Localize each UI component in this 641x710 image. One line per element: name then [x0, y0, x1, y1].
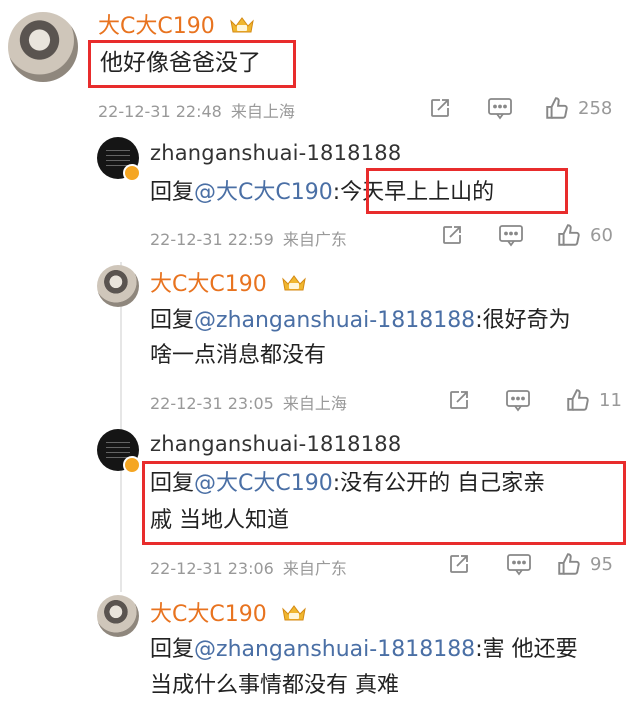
reply-prefix: 回复: [150, 308, 195, 333]
reply-text: 回复@大C大C190:今天早上上山的: [150, 175, 494, 210]
reply-text: 回复@zhanganshuai-1818188:害 他还要: [150, 632, 578, 667]
comment-button[interactable]: [487, 96, 513, 120]
avatar[interactable]: [8, 12, 78, 82]
thumbs-up-icon: [558, 224, 580, 246]
avatar[interactable]: [97, 595, 139, 637]
reply-time: 22-12-31 23:05: [150, 394, 274, 413]
reply-meta: 22-12-31 23:06 来自广东: [150, 555, 347, 579]
share-icon: [450, 555, 468, 573]
like-button[interactable]: 95: [556, 551, 613, 577]
crown-badge-icon: [281, 275, 306, 291]
reply-username[interactable]: zhanganshuai-1818188: [150, 432, 401, 456]
reply-meta: 22-12-31 22:59 来自广东: [150, 226, 347, 250]
comment-icon: [488, 98, 512, 120]
like-button[interactable]: 11: [565, 387, 622, 413]
reply-username[interactable]: zhanganshuai-1818188: [150, 141, 401, 165]
comment-icon: [507, 554, 531, 576]
share-icon: [431, 99, 449, 117]
thumbs-up-icon: [558, 553, 580, 575]
username-text[interactable]: 大C大C190: [150, 602, 267, 627]
like-count: 60: [590, 224, 613, 246]
like-count: 95: [590, 553, 613, 575]
reply-username[interactable]: 大C大C190: [150, 596, 308, 628]
reply-text: 回复@大C大C190:没有公开的 自己家亲: [150, 466, 545, 501]
comment-time: 22-12-31 22:48: [98, 102, 222, 121]
verified-badge-icon: [123, 164, 141, 182]
reply-text: 回复@zhanganshuai-1818188:很好奇为: [150, 303, 571, 338]
username-text[interactable]: 大C大C190: [98, 14, 215, 39]
thread-line: [120, 262, 122, 592]
share-icon: [450, 391, 468, 409]
reply-username[interactable]: 大C大C190: [150, 266, 308, 298]
verified-badge-icon: [123, 456, 141, 474]
like-count: 258: [578, 97, 613, 119]
reply-time: 22-12-31 23:06: [150, 559, 274, 578]
like-button[interactable]: 60: [556, 222, 613, 248]
reply-body: :很好奇为: [475, 308, 571, 333]
crown-badge-icon: [229, 17, 254, 33]
avatar[interactable]: [97, 265, 139, 307]
comment-location: 来自上海: [230, 102, 295, 121]
thumbs-up-icon: [546, 97, 568, 119]
crown-badge-icon: [281, 605, 306, 621]
comment-meta: 22-12-31 22:48 来自上海: [98, 98, 295, 122]
comment-button[interactable]: [498, 223, 524, 247]
share-button[interactable]: [440, 223, 464, 247]
like-button[interactable]: 258: [544, 95, 612, 121]
reply-location: 来自广东: [282, 559, 347, 578]
comment-icon: [499, 225, 523, 247]
share-icon: [443, 226, 461, 244]
thumbs-up-icon: [567, 389, 589, 411]
comment-icon: [506, 390, 530, 412]
mention-link[interactable]: @大C大C190: [194, 471, 333, 496]
reply-prefix: 回复: [150, 637, 195, 662]
reply-location: 来自上海: [282, 394, 347, 413]
comment-button[interactable]: [505, 388, 531, 412]
reply-text-line2: 戚 当地人知道: [150, 508, 289, 533]
username-text[interactable]: 大C大C190: [150, 272, 267, 297]
share-button[interactable]: [428, 96, 452, 120]
reply-text-line2: 啥一点消息都没有: [150, 343, 327, 368]
like-count: 11: [599, 389, 622, 411]
reply-body: :今天早上上山的: [332, 180, 495, 205]
reply-prefix: 回复: [150, 180, 195, 205]
reply-meta: 22-12-31 23:05 来自上海: [150, 390, 347, 414]
reply-body: :害 他还要: [475, 637, 578, 662]
comment-button[interactable]: [506, 552, 532, 576]
reply-body: :没有公开的 自己家亲: [332, 471, 546, 496]
mention-link[interactable]: @大C大C190: [194, 180, 333, 205]
reply-prefix: 回复: [150, 471, 195, 496]
reply-time: 22-12-31 22:59: [150, 230, 274, 249]
mention-link[interactable]: @zhanganshuai-1818188: [194, 308, 475, 333]
share-button[interactable]: [447, 388, 471, 412]
share-button[interactable]: [447, 552, 471, 576]
comment-text: 他好像爸爸没了: [100, 50, 261, 76]
mention-link[interactable]: @zhanganshuai-1818188: [194, 637, 475, 662]
comment-username[interactable]: 大C大C190: [98, 8, 256, 40]
reply-location: 来自广东: [282, 230, 347, 249]
reply-text-line2: 当成什么事情都没有 真难: [150, 673, 399, 698]
